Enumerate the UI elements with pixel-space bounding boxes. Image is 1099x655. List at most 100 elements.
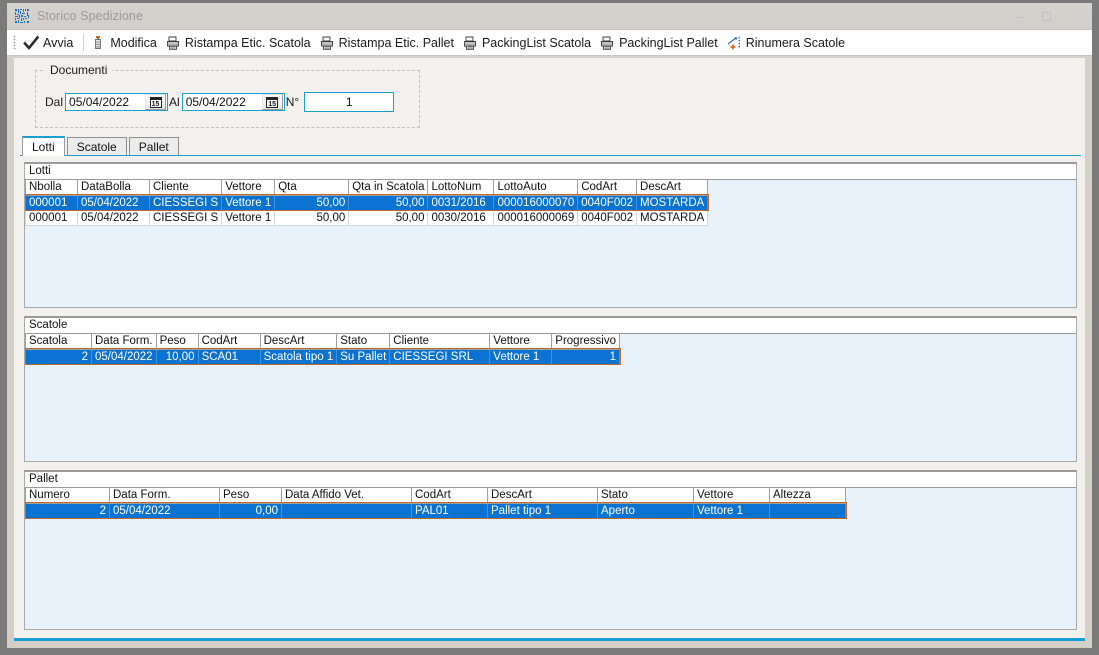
table-cell[interactable]: 50,00 xyxy=(348,194,429,211)
column-header[interactable]: Cliente xyxy=(148,180,223,196)
column-header[interactable]: DescArt xyxy=(487,488,598,504)
column-header[interactable]: Progressivo xyxy=(551,334,620,350)
table-cell[interactable]: 0031/2016 xyxy=(427,194,495,211)
column-header[interactable]: Peso xyxy=(155,334,199,350)
table-cell[interactable]: Pallet tipo 1 xyxy=(487,502,598,519)
table-cell[interactable]: 50,00 xyxy=(274,194,350,211)
column-header[interactable]: LottoAuto xyxy=(493,180,579,196)
column-header[interactable]: CodArt xyxy=(577,180,638,196)
tab-pallet[interactable]: Pallet xyxy=(128,137,179,156)
calendar-icon: 15 xyxy=(149,96,162,108)
column-header[interactable]: LottoNum xyxy=(427,180,495,196)
table-cell[interactable]: 0040F002 xyxy=(577,194,638,211)
column-header[interactable]: Data Form. xyxy=(109,488,220,504)
column-header[interactable]: CodArt xyxy=(197,334,261,350)
close-button[interactable] xyxy=(1060,5,1088,27)
toolbar-button-ristampa-etic-pallet[interactable]: Ristampa Etic. Pallet xyxy=(317,31,460,54)
table-cell[interactable]: MOSTARDA xyxy=(636,194,709,211)
table-cell[interactable]: 2 xyxy=(25,348,92,365)
table-row[interactable]: 2 05/04/2022 0,00 PAL01 Pallet tipo 1 Aperto V… xyxy=(24,502,847,519)
toolbar-label: Ristampa Etic. Scatola xyxy=(184,35,311,50)
tab-label: Lotti xyxy=(32,140,55,154)
table-cell[interactable]: SCA01 xyxy=(197,348,261,365)
pallet-grid[interactable]: Numero Data Form. Peso Data Affido Vet. CodA… xyxy=(24,488,847,519)
table-cell[interactable]: 1 xyxy=(551,348,620,365)
table-row[interactable]: 000001 05/04/2022 CIESSEGI S Vettore 1 50,00… xyxy=(25,209,709,226)
column-header[interactable]: Qta xyxy=(274,180,350,196)
column-header[interactable]: Vettore xyxy=(221,180,276,196)
column-header[interactable]: DescArt xyxy=(259,334,338,350)
table-cell[interactable]: 000001 xyxy=(25,194,78,211)
tab-lotti[interactable]: Lotti xyxy=(22,136,65,156)
toolbar-button-ristampa-etic-scatola[interactable]: Ristampa Etic. Scatola xyxy=(163,31,317,54)
table-cell[interactable]: 000001 xyxy=(25,209,78,226)
dal-date-input[interactable]: 05/04/2022 15 xyxy=(65,93,169,111)
table-cell[interactable]: 000016000070 xyxy=(493,194,579,211)
column-header[interactable]: CodArt xyxy=(411,488,488,504)
table-cell[interactable]: 000016000069 xyxy=(493,209,579,226)
column-header[interactable]: DescArt xyxy=(636,180,709,196)
column-header[interactable]: Stato xyxy=(336,334,391,350)
table-row[interactable]: 2 05/04/2022 10,00 SCA01 Scatola tipo 1 Su Pa… xyxy=(24,348,621,365)
lotti-section: Lotti Nbolla DataBolla Cliente Vettore Qta Qt… xyxy=(24,162,1077,308)
scatole-section: Scatole Scatola Data Form. Peso CodArt DescA… xyxy=(24,316,1077,462)
minimize-button[interactable] xyxy=(1004,5,1032,27)
column-header[interactable]: Vettore xyxy=(693,488,770,504)
column-header[interactable]: Cliente xyxy=(389,334,491,350)
table-cell[interactable]: 05/04/2022 xyxy=(109,502,220,519)
check-icon xyxy=(23,35,40,51)
table-cell[interactable]: 50,00 xyxy=(274,209,350,226)
column-header[interactable]: Data Affido Vet. xyxy=(281,488,412,504)
table-cell[interactable] xyxy=(769,502,846,519)
table-cell[interactable]: 05/04/2022 xyxy=(91,348,157,365)
toolbar-button-avvia[interactable]: Avvia xyxy=(21,31,79,54)
maximize-button[interactable] xyxy=(1032,5,1060,27)
column-header[interactable]: Vettore xyxy=(489,334,553,350)
column-header[interactable]: Peso xyxy=(219,488,282,504)
column-header[interactable]: DataBolla xyxy=(77,180,150,196)
table-cell[interactable]: Scatola tipo 1 xyxy=(259,348,338,365)
al-date-input[interactable]: 05/04/2022 15 xyxy=(181,93,285,111)
toolbar-button-packinglist-pallet[interactable]: PackingList Pallet xyxy=(597,31,724,54)
toolbar-button-packinglist-scatola[interactable]: PackingList Scatola xyxy=(460,31,597,54)
table-cell[interactable]: 0,00 xyxy=(219,502,282,519)
column-header[interactable]: Stato xyxy=(597,488,694,504)
table-cell[interactable]: CIESSEGI SRL xyxy=(389,348,491,365)
scatole-grid[interactable]: Scatola Data Form. Peso CodArt DescArt Stato C… xyxy=(24,334,621,365)
table-cell[interactable]: Vettore 1 xyxy=(693,502,770,519)
table-cell[interactable]: Vettore 1 xyxy=(221,209,276,226)
column-header[interactable]: Numero xyxy=(25,488,110,504)
table-cell[interactable]: 10,00 xyxy=(155,348,199,365)
table-cell[interactable]: CIESSEGI S xyxy=(148,209,223,226)
lotti-caption: Lotti xyxy=(25,164,1076,180)
table-cell[interactable]: 05/04/2022 xyxy=(77,194,150,211)
table-cell[interactable]: PAL01 xyxy=(411,502,488,519)
toolbar-button-modifica[interactable]: Modifica xyxy=(88,31,163,54)
table-cell[interactable]: Aperto xyxy=(597,502,694,519)
table-cell[interactable]: Vettore 1 xyxy=(489,348,553,365)
column-header[interactable]: Altezza xyxy=(769,488,846,504)
toolbar-grip[interactable] xyxy=(13,35,16,50)
table-cell[interactable]: MOSTARDA xyxy=(636,209,709,226)
column-header[interactable]: Nbolla xyxy=(25,180,78,196)
numero-input[interactable]: 1 xyxy=(304,92,395,112)
printer-icon xyxy=(462,35,478,51)
toolbar-button-rinumera-scatole[interactable]: Rinumera Scatole xyxy=(724,31,851,54)
table-cell[interactable]: CIESSEGI S xyxy=(148,194,223,211)
lotti-grid[interactable]: Nbolla DataBolla Cliente Vettore Qta Qta in S… xyxy=(24,180,709,226)
al-calendar-button[interactable]: 15 xyxy=(261,94,283,110)
table-cell[interactable]: 0040F002 xyxy=(577,209,638,226)
table-cell[interactable]: 50,00 xyxy=(348,209,429,226)
table-cell[interactable]: Su Pallet xyxy=(336,348,391,365)
table-cell[interactable] xyxy=(281,502,412,519)
column-header[interactable]: Scatola xyxy=(25,334,92,350)
column-header[interactable]: Data Form. xyxy=(91,334,157,350)
table-cell[interactable]: 0030/2016 xyxy=(427,209,495,226)
table-row[interactable]: 000001 05/04/2022 CIESSEGI S Vettore 1 50,00… xyxy=(24,194,709,211)
table-cell[interactable]: 05/04/2022 xyxy=(77,209,150,226)
tab-scatole[interactable]: Scatole xyxy=(66,137,127,156)
column-header[interactable]: Qta in Scatola xyxy=(348,180,429,196)
table-cell[interactable]: Vettore 1 xyxy=(221,194,276,211)
table-cell[interactable]: 2 xyxy=(25,502,110,519)
dal-calendar-button[interactable]: 15 xyxy=(145,94,167,110)
